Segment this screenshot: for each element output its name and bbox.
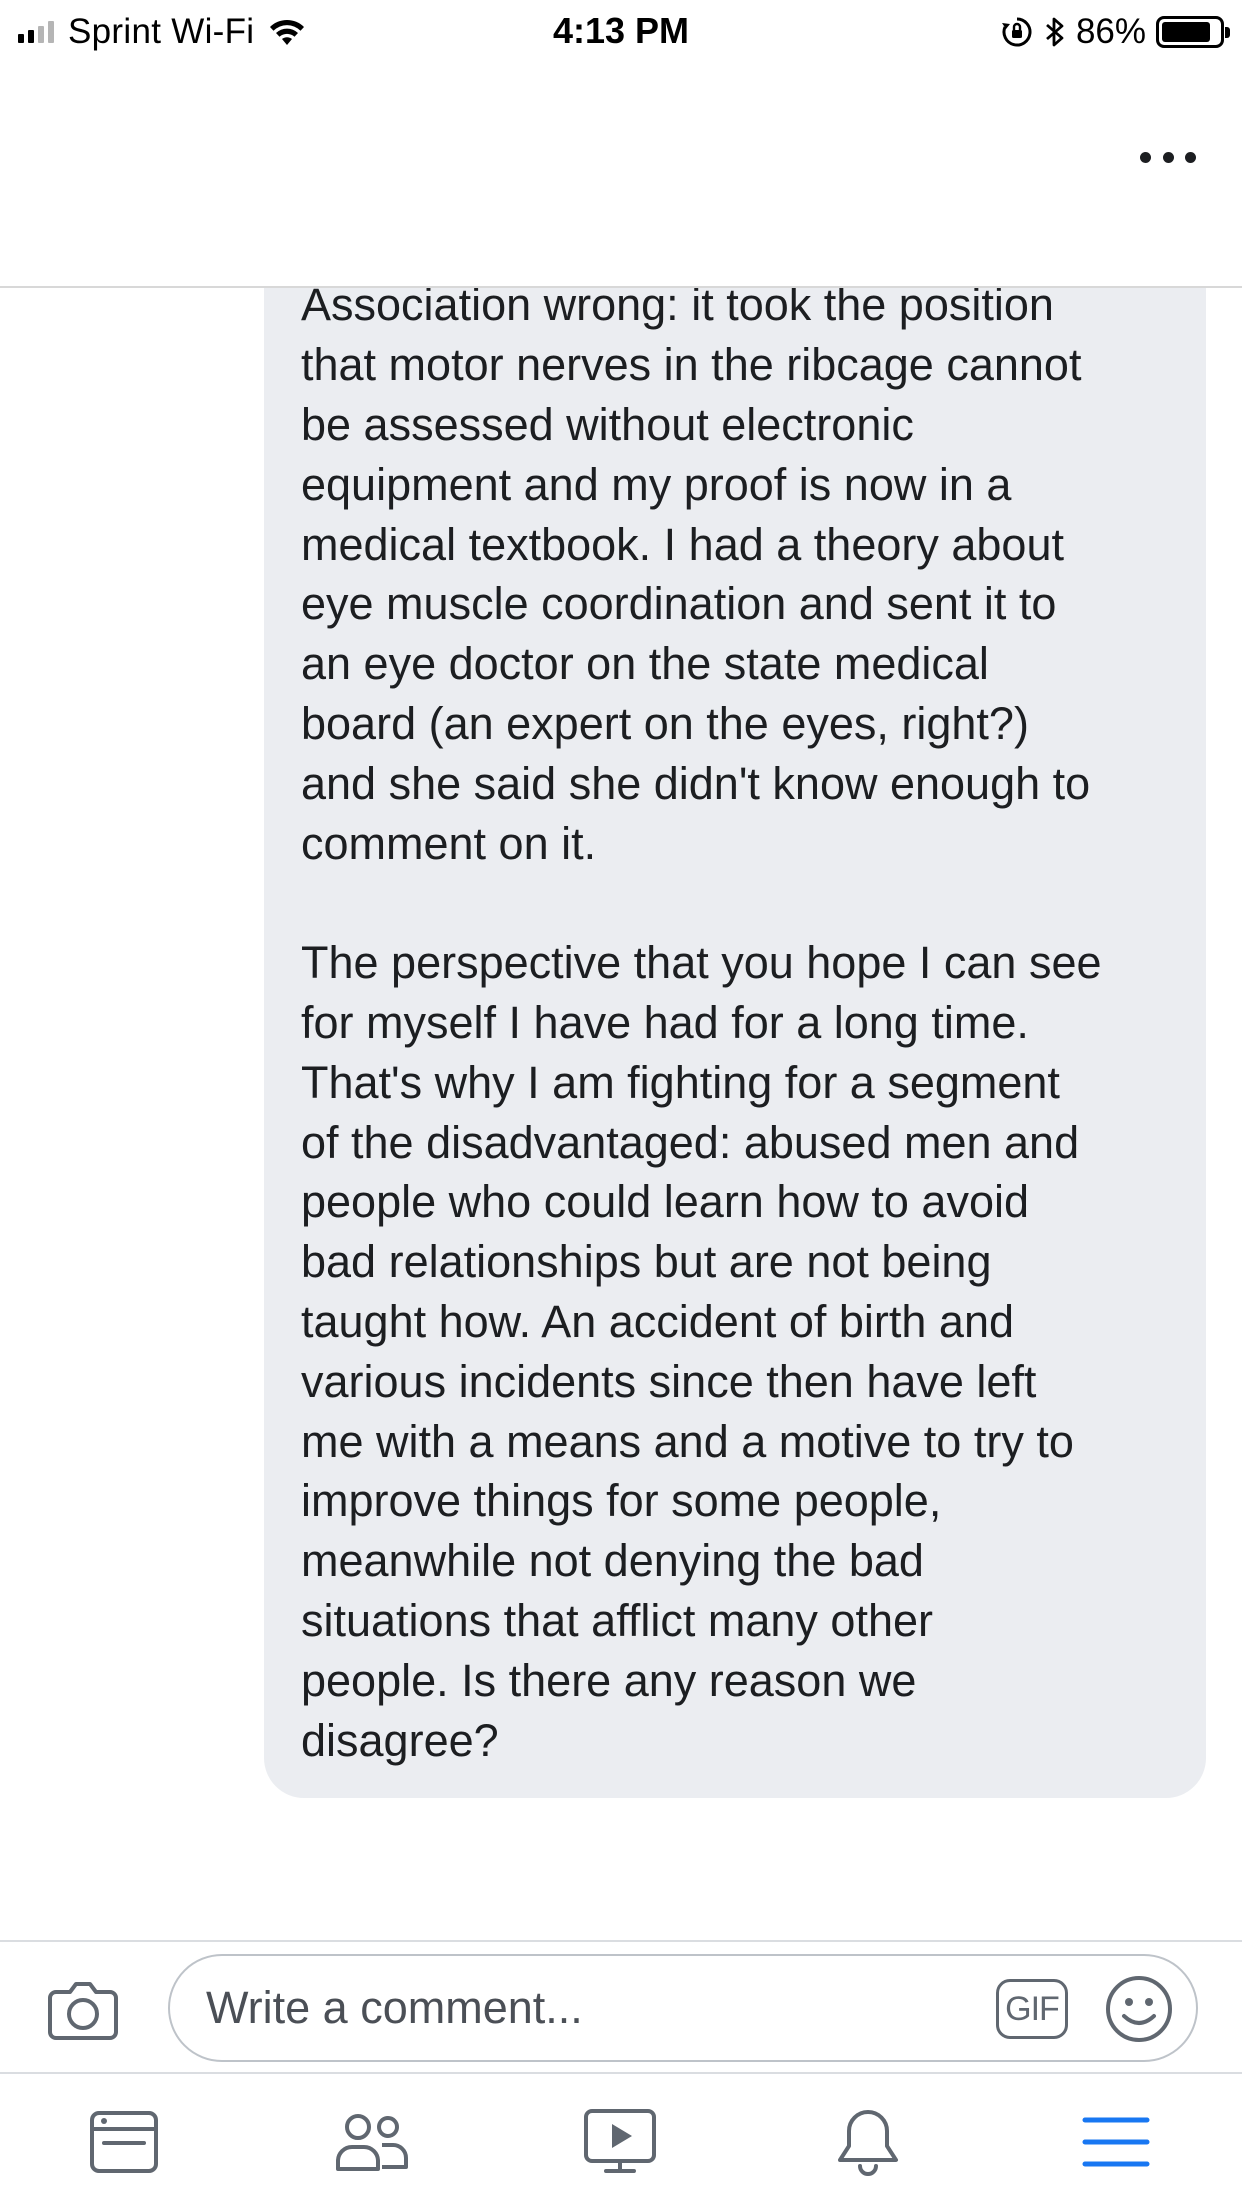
tab-notifications[interactable]: [828, 2102, 908, 2182]
tab-news-feed[interactable]: [84, 2102, 164, 2182]
notifications-icon: [838, 2110, 898, 2176]
status-right: 86%: [1000, 12, 1230, 52]
page-header: [0, 64, 1242, 288]
emoji-icon: [1106, 1976, 1172, 2042]
tab-friends[interactable]: [332, 2102, 412, 2182]
watch-icon: [584, 2109, 656, 2173]
emoji-button[interactable]: [1104, 1974, 1174, 2044]
gif-button[interactable]: GIF: [996, 1979, 1068, 2039]
tab-watch[interactable]: [580, 2102, 660, 2182]
comment-thread[interactable]: right, then a pilot who flew ... went ar…: [0, 288, 1242, 1940]
comment-field[interactable]: GIF: [168, 1954, 1198, 2062]
bluetooth-icon: [1046, 17, 1064, 47]
comment-paragraph-1: right, then a pilot who flew ... went ar…: [301, 288, 1091, 869]
more-options-icon: [1140, 151, 1151, 163]
status-bar: Sprint Wi-Fi 4:13 PM 86%: [0, 0, 1242, 64]
battery-icon: [1156, 16, 1230, 48]
comment-composer: GIF: [0, 1940, 1242, 2074]
menu-icon: [1082, 2117, 1150, 2167]
battery-fill: [1162, 22, 1211, 42]
comment-input[interactable]: [206, 1956, 986, 2060]
camera-icon: [48, 1982, 118, 2040]
tab-menu[interactable]: [1076, 2102, 1156, 2182]
friends-icon: [336, 2114, 409, 2171]
tab-bar: [0, 2074, 1242, 2208]
comment-bubble: right, then a pilot who flew ... went ar…: [264, 288, 1206, 1799]
orientation-lock-icon: [1001, 17, 1032, 47]
battery-percent: 86%: [1075, 12, 1146, 51]
more-options-button[interactable]: [1140, 142, 1196, 172]
comment-paragraph-2: The perspective that you hope I can see …: [301, 937, 1102, 1766]
news-feed-icon: [90, 2111, 158, 2173]
camera-button[interactable]: [46, 1976, 120, 2042]
